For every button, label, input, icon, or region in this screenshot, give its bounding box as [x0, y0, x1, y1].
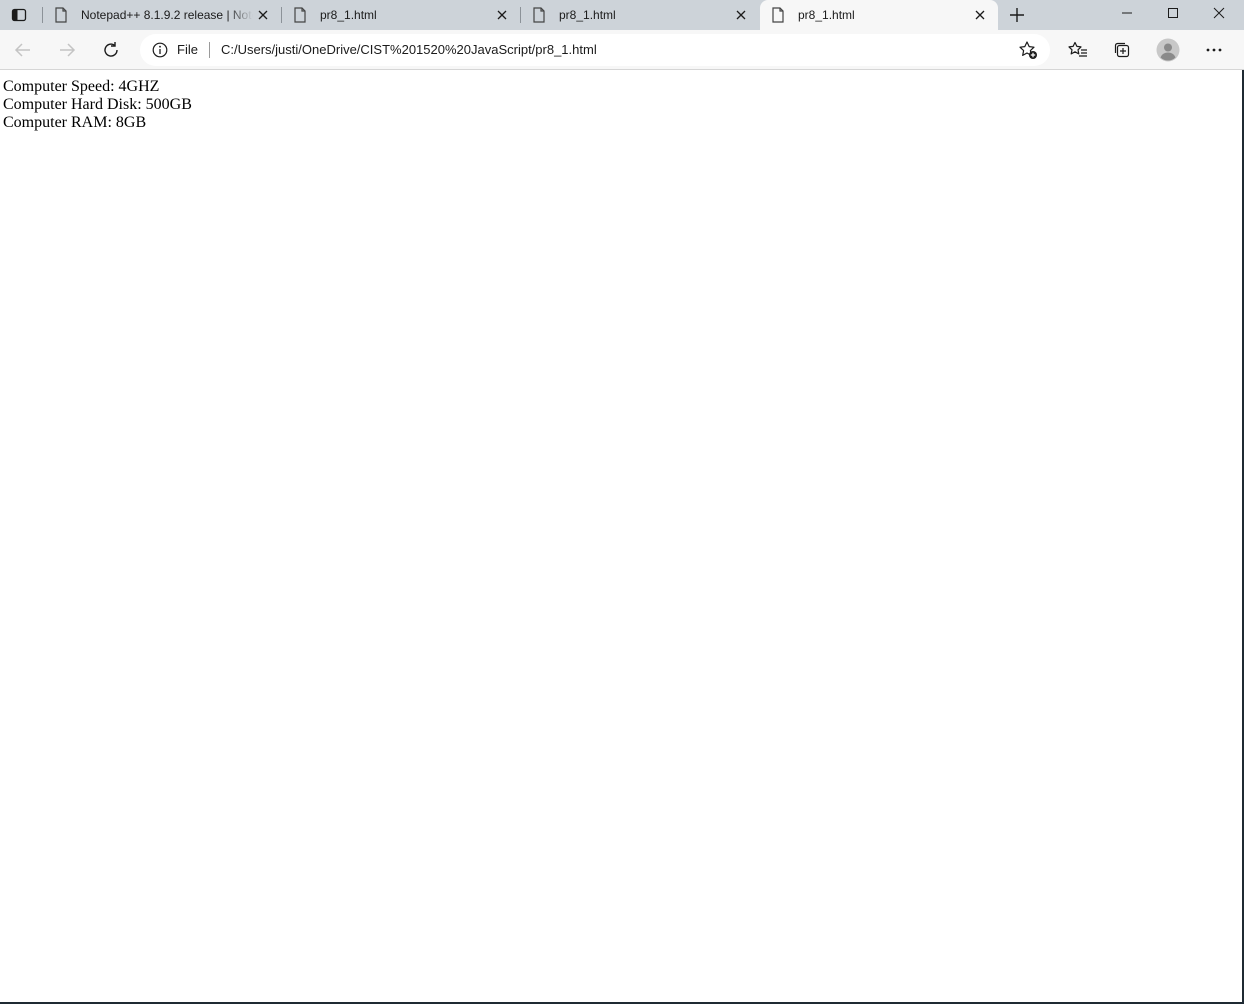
tab-pr8-1-active[interactable]: pr8_1.html — [760, 0, 998, 30]
forward-button[interactable] — [52, 35, 82, 65]
plus-icon — [1010, 8, 1024, 22]
address-bar[interactable]: File C:/Users/justi/OneDrive/CIST%201520… — [140, 34, 1050, 66]
star-plus-icon[interactable] — [1017, 39, 1039, 61]
document-icon — [770, 7, 786, 23]
document-icon — [531, 7, 547, 23]
computer-ram-line: Computer RAM: 8GB — [3, 114, 147, 131]
url-text[interactable]: C:/Users/justi/OneDrive/CIST%201520%20Ja… — [221, 42, 597, 58]
refresh-button[interactable] — [96, 35, 126, 65]
maximize-button[interactable] — [1150, 0, 1196, 26]
tab-pr8-1-second[interactable]: pr8_1.html — [521, 0, 759, 30]
ellipsis-icon[interactable] — [1200, 36, 1228, 64]
computer-speed-line: Computer Speed: 4GHZ — [3, 78, 160, 95]
close-icon — [1213, 7, 1225, 19]
tab-actions-icon[interactable] — [6, 4, 32, 26]
favorites-icon[interactable] — [1064, 36, 1092, 64]
minimize-button[interactable] — [1104, 0, 1150, 26]
scheme-label: File — [177, 42, 198, 57]
maximize-icon — [1168, 8, 1178, 18]
close-icon[interactable] — [253, 5, 273, 25]
arrow-left-icon — [14, 43, 30, 57]
new-tab-button[interactable] — [1004, 3, 1030, 27]
page-content: Computer Speed: 4GHZ Computer Hard Disk:… — [0, 70, 1242, 1002]
address-separator — [209, 42, 210, 58]
back-button[interactable] — [8, 35, 38, 65]
window-close-button[interactable] — [1196, 0, 1242, 26]
tab-title: pr8_1.html — [559, 8, 616, 22]
tab-title: pr8_1.html — [320, 8, 377, 22]
refresh-icon — [104, 42, 118, 57]
collections-icon[interactable] — [1108, 36, 1136, 64]
browser-window: Notepad++ 8.1.9.2 release | Notepad++ pr… — [0, 0, 1244, 1004]
close-icon[interactable] — [492, 5, 512, 25]
computer-hard-disk-line: Computer Hard Disk: 500GB — [3, 96, 192, 113]
tab-title: Notepad++ 8.1.9.2 release | Notepad++ — [81, 8, 253, 22]
close-icon[interactable] — [731, 5, 751, 25]
tab-title: pr8_1.html — [798, 8, 855, 22]
tab-strip: Notepad++ 8.1.9.2 release | Notepad++ pr… — [0, 0, 1244, 30]
toolbar: File C:/Users/justi/OneDrive/CIST%201520… — [0, 30, 1244, 70]
avatar-icon[interactable] — [1154, 36, 1182, 64]
info-icon[interactable] — [152, 42, 168, 58]
tab-pr8-1[interactable]: pr8_1.html — [282, 0, 520, 30]
tab-notepad-release[interactable]: Notepad++ 8.1.9.2 release | Notepad++ — [43, 0, 281, 30]
document-icon — [292, 7, 308, 23]
minimize-icon — [1122, 12, 1132, 14]
arrow-right-icon — [60, 43, 76, 57]
close-icon[interactable] — [970, 5, 990, 25]
page-text: Computer Speed: 4GHZ Computer Hard Disk:… — [3, 78, 192, 132]
document-icon — [53, 7, 69, 23]
